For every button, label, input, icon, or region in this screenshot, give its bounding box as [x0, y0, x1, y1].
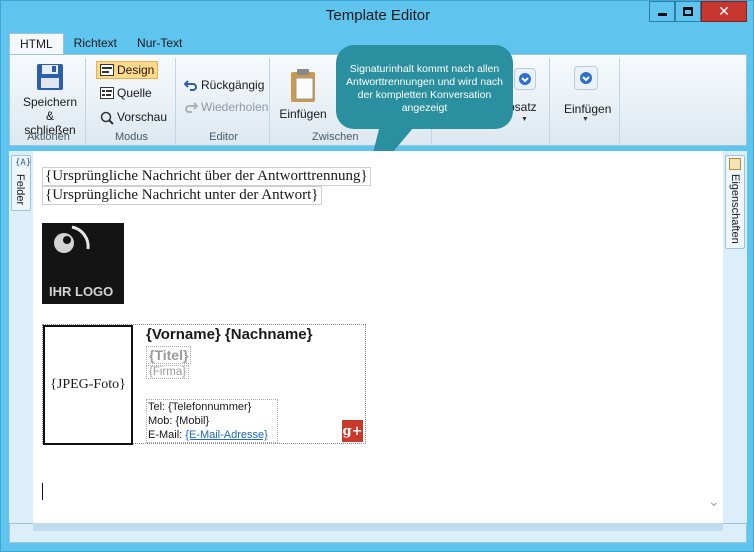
group-modus: Design Quelle Vorschau Modus — [88, 58, 176, 144]
title-bar: Template Editor ✕ — [1, 1, 754, 32]
floppy-disk-icon — [37, 64, 63, 90]
tab-html[interactable]: HTML — [9, 33, 64, 55]
absatz-dropdown-icon[interactable]: ▼ — [521, 116, 528, 123]
logo-text: IHR LOGO — [49, 284, 114, 299]
right-side-panel: Eigenschaften — [723, 151, 747, 523]
phone-field: Tel: {Telefonnummer} — [148, 401, 252, 413]
undo-button[interactable]: Rückgängig — [183, 78, 265, 92]
source-icon — [100, 86, 114, 100]
group-insert: Einfügen ▼ — [552, 58, 620, 144]
eigenschaften-label: Eigenschaften — [729, 174, 741, 244]
quelle-label: Quelle — [117, 86, 152, 100]
text-cursor — [42, 483, 43, 500]
group-label-editor: Editor — [209, 131, 238, 143]
eigenschaften-tab[interactable]: Eigenschaften — [725, 155, 745, 249]
email-label: E-Mail: — [148, 429, 186, 441]
horizontal-scrollbar[interactable] — [33, 523, 723, 531]
design-icon — [100, 63, 114, 77]
insert-label: Einfügen — [564, 102, 612, 116]
group-editor: Rückgängig Wiederholen Editor — [178, 58, 270, 144]
tab-nur-text[interactable]: Nur-Text — [127, 33, 192, 55]
quelle-button[interactable]: Quelle — [100, 86, 152, 100]
group-label-aktionen: Aktionen — [27, 131, 70, 143]
paste-label: Einfügen — [279, 107, 327, 121]
signature-table: {JPEG-Foto} {Vorname} {Nachname} {Titel}… — [42, 324, 366, 445]
fields-icon: {A} — [15, 158, 32, 168]
scroll-down-icon[interactable]: ⌄ — [708, 493, 720, 510]
title-field: {Titel} — [146, 346, 192, 364]
save-close-button[interactable]: Speichern & schließen — [18, 62, 82, 137]
insert-button[interactable] — [574, 66, 598, 90]
vorschau-button[interactable]: Vorschau — [100, 110, 168, 125]
name-field: {Vorname} {Nachname} — [146, 326, 313, 343]
clipboard-icon — [291, 69, 315, 102]
undo-icon — [183, 79, 198, 92]
logo-icon — [54, 225, 90, 253]
contact-block: Tel: {Telefonnummer} Mob: {Mobil} E-Mail… — [146, 399, 278, 443]
group-label-clipboard: Zwischen — [312, 131, 359, 143]
editor-content[interactable]: {Ursprüngliche Nachricht über der Antwor… — [33, 151, 723, 523]
logo-placeholder: IHR LOGO — [42, 223, 124, 304]
insert-dropdown-icon[interactable]: ▼ — [582, 116, 589, 123]
redo-label: Wiederholen — [201, 100, 269, 114]
email-link[interactable]: {E-Mail-Adresse} — [185, 429, 268, 441]
tab-richtext[interactable]: Richtext — [64, 33, 127, 55]
tooltip-text: Signaturinhalt kommt nach allen Antwortt… — [345, 63, 504, 114]
marker-above-separator: {Ursprüngliche Nachricht über der Antwor… — [42, 167, 371, 186]
vorschau-label: Vorschau — [117, 110, 168, 124]
design-label: Design — [117, 63, 155, 77]
group-label-modus: Modus — [114, 131, 149, 143]
group-aktionen: Speichern & schließen Aktionen — [12, 58, 86, 144]
redo-icon — [184, 101, 199, 114]
mobile-field: Mob: {Mobil} — [148, 415, 210, 427]
paste-button[interactable]: Einfügen — [278, 68, 328, 121]
felder-tab[interactable]: {A} Felder — [11, 155, 31, 211]
properties-icon — [729, 158, 741, 170]
left-side-panel: {A} Felder — [9, 151, 33, 523]
template-editor-window: Template Editor ✕ HTML Richtext Nur-Text… — [0, 0, 754, 552]
circle-arrow-down-icon — [580, 72, 592, 84]
magnifier-icon — [100, 111, 114, 125]
minimize-button[interactable] — [649, 1, 675, 22]
google-plus-icon[interactable]: g+ — [342, 420, 363, 442]
minimize-icon — [657, 13, 667, 16]
absatz-button[interactable] — [514, 68, 536, 90]
company-field: {Firma} — [146, 365, 190, 379]
maximize-button[interactable] — [675, 1, 701, 22]
photo-placeholder: {JPEG-Foto} — [43, 325, 133, 445]
design-button[interactable]: Design — [96, 61, 159, 79]
maximize-icon — [683, 7, 693, 16]
window-title: Template Editor — [325, 7, 431, 24]
email-line: E-Mail: {E-Mail-Adresse} — [148, 428, 277, 442]
circle-arrow-down-icon — [519, 73, 531, 85]
undo-label: Rückgängig — [201, 78, 265, 92]
redo-button[interactable]: Wiederholen — [184, 100, 268, 114]
marker-below-reply: {Ursprüngliche Nachricht unter der Antwo… — [42, 186, 322, 205]
signature-tooltip: Signaturinhalt kommt nach allen Antwortt… — [336, 45, 513, 129]
save-close-label-1: Speichern & — [22, 95, 78, 123]
close-button[interactable]: ✕ — [701, 1, 747, 22]
felder-label: Felder — [14, 174, 26, 206]
close-icon: ✕ — [718, 3, 730, 20]
ribbon-tabs: HTML Richtext Nur-Text — [9, 33, 192, 55]
